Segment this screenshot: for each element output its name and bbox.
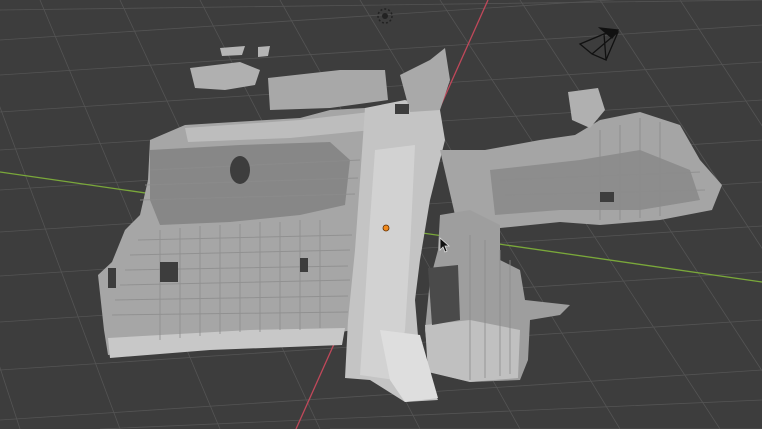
viewport-canvas[interactable] <box>0 0 762 429</box>
3d-cursor-origin-icon[interactable] <box>382 224 390 232</box>
mesh-right-lower-floor <box>425 320 520 382</box>
3d-viewport[interactable] <box>0 0 762 429</box>
mesh-dark-opening <box>428 265 460 325</box>
